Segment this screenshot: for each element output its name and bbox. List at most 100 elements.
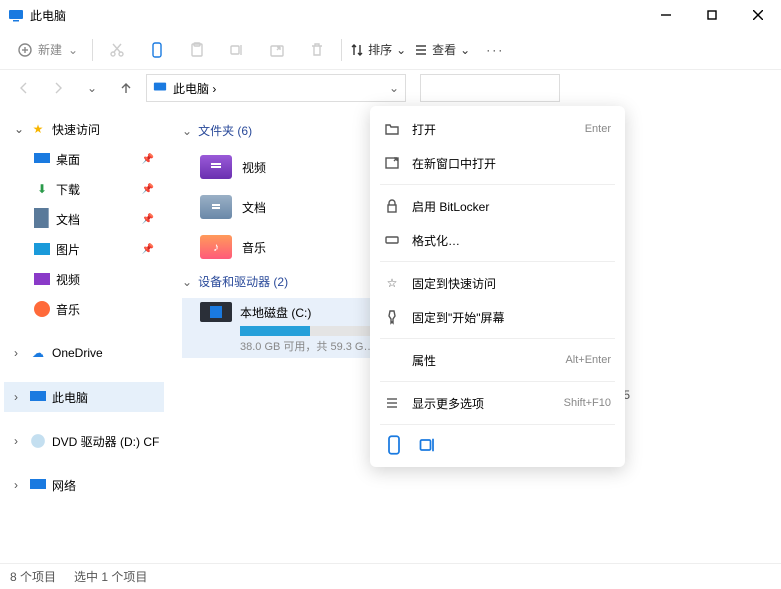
address-bar[interactable]: 此电脑 › ⌄: [146, 74, 406, 102]
pin-icon: 📌: [142, 154, 154, 165]
drive-icon: [200, 302, 232, 322]
share-button[interactable]: [261, 34, 293, 66]
drive-c[interactable]: 本地磁盘 (C:) 38.0 GB 可用，共 59.3 G…: [182, 298, 382, 358]
maximize-button[interactable]: [689, 0, 735, 30]
back-button[interactable]: [10, 74, 38, 102]
capacity-bar: [240, 326, 380, 336]
chevron-down-icon: ⌄: [460, 43, 470, 57]
document-folder-icon: [200, 195, 232, 219]
sidebar-item-dvd[interactable]: ›DVD 驱动器 (D:) CF: [4, 426, 164, 456]
ctx-pinquick[interactable]: ☆固定到快速访问: [370, 266, 625, 300]
breadcrumb[interactable]: 此电脑 ›: [173, 80, 216, 97]
more-button[interactable]: ···: [478, 43, 512, 57]
picture-icon: [34, 241, 50, 257]
pc-icon: [30, 389, 46, 405]
nav-row: ⌄ 此电脑 › ⌄: [0, 70, 781, 106]
sidebar-item-music[interactable]: 音乐: [4, 294, 164, 324]
chevron-down-icon: ⌄: [396, 43, 406, 57]
separator: [92, 39, 93, 61]
new-button[interactable]: 新建 ⌄: [12, 37, 84, 62]
copy-icon[interactable]: [384, 435, 404, 455]
separator: [341, 39, 342, 61]
ctx-properties[interactable]: 属性Alt+Enter: [370, 343, 625, 377]
pin-icon: 📌: [142, 214, 154, 225]
paste-button[interactable]: [181, 34, 213, 66]
copy-button[interactable]: [141, 34, 173, 66]
chevron-down-icon: ⌄: [182, 275, 192, 289]
star-icon: ★: [30, 121, 46, 137]
sidebar-item-videos[interactable]: 视频: [4, 264, 164, 294]
chevron-down-icon: ⌄: [14, 122, 24, 136]
chevron-right-icon: ›: [14, 346, 24, 360]
chevron-down-icon[interactable]: ⌄: [389, 81, 399, 95]
up-button[interactable]: [112, 74, 140, 102]
ctx-format[interactable]: 格式化…: [370, 223, 625, 257]
video-icon: [34, 271, 50, 287]
chevron-down-icon: ⌄: [87, 81, 97, 95]
scissors-icon: [109, 42, 125, 58]
sidebar-item-downloads[interactable]: ⬇下载📌: [4, 174, 164, 204]
sidebar-item-documents[interactable]: 文档📌: [4, 204, 164, 234]
chevron-right-icon: ›: [14, 478, 24, 492]
item-count: 8 个项目: [10, 568, 56, 585]
pc-icon: [153, 80, 167, 97]
disc-icon: [30, 433, 46, 449]
lock-icon: [384, 198, 400, 214]
folder-open-icon: [384, 121, 400, 137]
plus-circle-icon: [18, 43, 32, 57]
status-bar: 8 个项目 选中 1 个项目: [0, 563, 781, 589]
ctx-newwindow[interactable]: 在新窗口中打开: [370, 146, 625, 180]
window-title: 此电脑: [30, 7, 643, 24]
view-icon: [414, 43, 428, 57]
share-icon: [269, 42, 285, 58]
cut-button[interactable]: [101, 34, 133, 66]
menu-separator: [380, 338, 615, 339]
drive-name: 本地磁盘 (C:): [240, 304, 311, 321]
view-button[interactable]: 查看 ⌄: [414, 41, 470, 58]
trash-icon: [309, 42, 325, 58]
sort-button[interactable]: 排序 ⌄: [350, 41, 406, 58]
delete-button[interactable]: [301, 34, 333, 66]
recent-button[interactable]: ⌄: [78, 74, 106, 102]
new-window-icon: [384, 155, 400, 171]
chevron-down-icon: ⌄: [68, 43, 78, 57]
ctx-footer: [370, 429, 625, 461]
drive-space: 38.0 GB 可用，共 59.3 G…: [240, 338, 382, 354]
sidebar-item-thispc[interactable]: ›此电脑: [4, 382, 164, 412]
chevron-right-icon: ›: [14, 390, 24, 404]
rename-icon: [229, 42, 245, 58]
star-icon: ☆: [384, 276, 400, 290]
pin-icon: 📌: [142, 244, 154, 255]
desktop-icon: [34, 151, 50, 167]
sort-icon: [350, 43, 364, 57]
search-input[interactable]: [420, 74, 560, 102]
pin-icon: 📌: [142, 184, 154, 195]
selection-count: 选中 1 个项目: [74, 568, 147, 585]
sidebar-item-onedrive[interactable]: ›☁OneDrive: [4, 338, 164, 368]
rename-button[interactable]: [221, 34, 253, 66]
menu-separator: [380, 381, 615, 382]
download-icon: ⬇: [34, 181, 50, 197]
sidebar-item-desktop[interactable]: 桌面📌: [4, 144, 164, 174]
pc-icon: [8, 7, 24, 23]
sidebar-item-quick[interactable]: ⌄★快速访问: [4, 114, 164, 144]
pin-icon: [384, 309, 400, 325]
toolbar: 新建 ⌄ 排序 ⌄ 查看 ⌄ ···: [0, 30, 781, 70]
rename-icon[interactable]: [418, 435, 438, 455]
ctx-bitlocker[interactable]: 启用 BitLocker: [370, 189, 625, 223]
ctx-more[interactable]: 显示更多选项Shift+F10: [370, 386, 625, 420]
menu-separator: [380, 261, 615, 262]
cloud-icon: ☁: [30, 345, 46, 361]
video-folder-icon: [200, 155, 232, 179]
minimize-button[interactable]: [643, 0, 689, 30]
menu-separator: [380, 184, 615, 185]
ctx-open[interactable]: 打开Enter: [370, 112, 625, 146]
list-icon: [384, 395, 400, 411]
close-button[interactable]: [735, 0, 781, 30]
sidebar-item-pictures[interactable]: 图片📌: [4, 234, 164, 264]
forward-button[interactable]: [44, 74, 72, 102]
sidebar-item-network[interactable]: ›网络: [4, 470, 164, 500]
ctx-pinstart[interactable]: 固定到"开始"屏幕: [370, 300, 625, 334]
music-folder-icon: ♪: [200, 235, 232, 259]
document-icon: [34, 211, 50, 227]
